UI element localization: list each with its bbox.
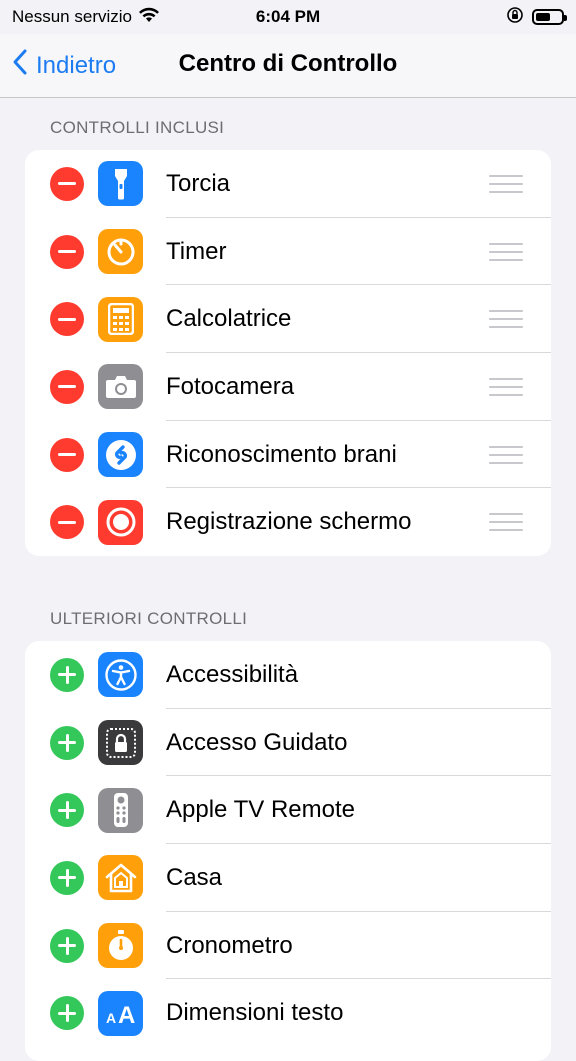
stopwatch-icon bbox=[98, 923, 143, 969]
accessibility-icon bbox=[98, 652, 143, 698]
drag-handle[interactable] bbox=[489, 513, 523, 532]
remove-button[interactable] bbox=[50, 437, 84, 472]
calculator-icon bbox=[98, 296, 143, 342]
remove-button[interactable] bbox=[50, 234, 84, 269]
flashlight-icon bbox=[98, 161, 143, 207]
included-controls-list: Torcia Timer Calcolatrice Fotocamera Ric… bbox=[25, 150, 551, 557]
drag-handle[interactable] bbox=[489, 445, 523, 464]
text-size-icon: A A bbox=[98, 990, 143, 1036]
list-item: Registrazione schermo bbox=[25, 488, 551, 556]
add-button[interactable] bbox=[50, 793, 84, 828]
list-item: Calcolatrice bbox=[25, 285, 551, 354]
status-right bbox=[506, 6, 567, 29]
camera-icon bbox=[98, 364, 143, 410]
item-label: Calcolatrice bbox=[166, 305, 292, 333]
item-label: Accesso Guidato bbox=[166, 728, 348, 756]
drag-handle[interactable] bbox=[489, 174, 523, 193]
remove-button[interactable] bbox=[50, 505, 84, 540]
list-item: Accessibilità bbox=[25, 641, 551, 709]
list-item: Timer bbox=[25, 218, 551, 286]
item-label: Accessibilità bbox=[166, 660, 299, 688]
status-bar: Nessun servizio 6:04 PM bbox=[0, 0, 576, 34]
list-item: Accesso Guidato bbox=[25, 709, 551, 777]
add-button[interactable] bbox=[50, 928, 84, 963]
list-item: Cronometro bbox=[25, 912, 551, 980]
remove-button[interactable] bbox=[50, 302, 84, 337]
item-label: Cronometro bbox=[166, 931, 293, 959]
item-label: Timer bbox=[166, 237, 227, 265]
svg-text:A: A bbox=[118, 1002, 135, 1028]
add-button[interactable] bbox=[50, 725, 84, 760]
list-item: Torcia bbox=[25, 150, 551, 218]
remove-button[interactable] bbox=[50, 369, 84, 404]
remove-button[interactable] bbox=[50, 166, 84, 201]
list-item: A A Dimensioni testo bbox=[25, 979, 551, 1047]
status-left: Nessun servizio bbox=[12, 7, 160, 28]
item-label: Registrazione schermo bbox=[166, 508, 412, 536]
list-item: Casa bbox=[25, 844, 551, 912]
more-controls-list: Accessibilità Accesso Guidato Apple TV R… bbox=[25, 641, 551, 1061]
drag-handle[interactable] bbox=[489, 242, 523, 261]
page-title: Centro di Controllo bbox=[178, 50, 398, 77]
tv-remote-icon bbox=[98, 787, 143, 833]
shazam-icon bbox=[98, 432, 143, 478]
add-button[interactable] bbox=[50, 860, 84, 895]
home-icon bbox=[98, 855, 143, 901]
drag-handle[interactable] bbox=[489, 377, 523, 396]
drag-handle[interactable] bbox=[489, 310, 523, 329]
add-button[interactable] bbox=[50, 996, 84, 1031]
screen-recording-icon bbox=[98, 499, 143, 545]
item-label: Casa bbox=[166, 863, 223, 891]
section-header-included: CONTROLLI INCLUSI bbox=[50, 118, 225, 137]
carrier-label: Nessun servizio bbox=[12, 7, 132, 26]
section-header-more: ULTERIORI CONTROLLI bbox=[50, 609, 248, 628]
list-item: Apple TV Remote bbox=[25, 776, 551, 845]
add-button[interactable] bbox=[50, 657, 84, 692]
item-label: Riconoscimento brani bbox=[166, 440, 397, 468]
item-label: Apple TV Remote bbox=[166, 796, 355, 824]
item-label: Fotocamera bbox=[166, 372, 295, 400]
list-item: Fotocamera bbox=[25, 353, 551, 421]
wifi-icon bbox=[138, 7, 160, 28]
navigation-bar: Indietro Centro di Controllo bbox=[0, 34, 576, 98]
item-label: Torcia bbox=[166, 169, 231, 197]
timer-icon bbox=[98, 229, 143, 275]
battery-icon bbox=[532, 9, 567, 25]
guided-access-icon bbox=[98, 720, 143, 766]
list-item: Riconoscimento brani bbox=[25, 421, 551, 489]
orientation-lock-icon bbox=[506, 6, 524, 29]
item-label: Dimensioni testo bbox=[166, 999, 344, 1027]
